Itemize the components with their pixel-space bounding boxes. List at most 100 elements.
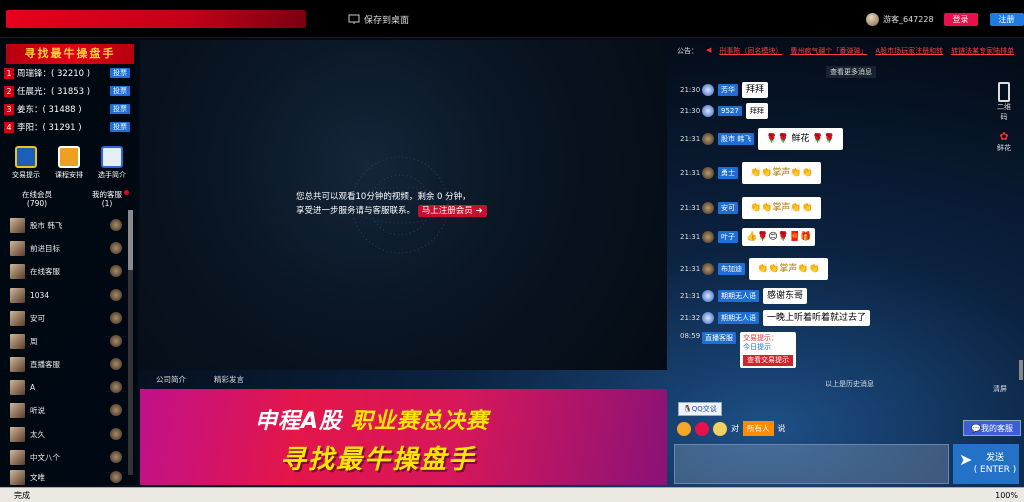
register-member-button[interactable]: 马上注册会员 ➔ bbox=[417, 205, 487, 217]
my-service-button[interactable]: 💬我的客服 bbox=[963, 420, 1021, 436]
rank-number: 2 bbox=[4, 85, 14, 97]
phone-icon[interactable] bbox=[998, 82, 1010, 102]
register-button[interactable]: 注册 bbox=[989, 13, 1024, 26]
view-trade-tip-button[interactable]: 查看交易提示 bbox=[743, 355, 793, 366]
announcement-label: 公告： bbox=[677, 47, 698, 55]
message-sender[interactable]: 股市 韩飞 bbox=[718, 133, 755, 145]
to-label: 对 bbox=[731, 424, 739, 433]
announcement-link[interactable]: 转链法某专家陆排单 bbox=[951, 46, 1014, 56]
message-time: 08:59 bbox=[680, 332, 701, 340]
emoji-icon[interactable] bbox=[677, 421, 691, 436]
badge-icon bbox=[110, 381, 122, 393]
member-name: 太久 bbox=[30, 429, 45, 439]
list-item[interactable]: 前进目标 bbox=[10, 238, 122, 258]
list-item[interactable]: 听说 bbox=[10, 400, 122, 420]
message-time: 21:31 bbox=[680, 169, 701, 177]
player-intro-tool[interactable]: 选手简介 bbox=[94, 146, 130, 180]
message-sender[interactable]: 直播客服 bbox=[702, 332, 736, 344]
more-messages-link[interactable]: 查看更多消息 bbox=[826, 66, 876, 78]
user-area: 游客_647228 登录 注册 bbox=[866, 13, 1024, 26]
list-item[interactable]: 在线客服 bbox=[10, 261, 122, 281]
tab-highlights[interactable]: 精彩发言 bbox=[214, 372, 244, 388]
color-icon[interactable] bbox=[695, 421, 709, 436]
vote-button[interactable]: 投票 bbox=[110, 68, 130, 78]
avatar bbox=[10, 263, 25, 279]
flower-icon[interactable]: ✿ bbox=[994, 130, 1014, 143]
browser-status-bar: 完成 100% bbox=[0, 487, 1024, 502]
chat-message: 21:31 勇士 👏👏掌声👏👏 bbox=[680, 162, 821, 184]
send-label: 发送 bbox=[985, 453, 1004, 463]
tab-online-members[interactable]: 在线会员 (790) bbox=[12, 190, 62, 208]
avatar bbox=[702, 231, 714, 243]
gift-icon[interactable] bbox=[713, 421, 727, 436]
list-item[interactable]: 文唯 bbox=[10, 469, 122, 485]
rank-number: 1 bbox=[4, 67, 14, 79]
list-item[interactable]: 周 bbox=[10, 331, 122, 351]
vote-button[interactable]: 投票 bbox=[110, 86, 130, 96]
rank-name: 姜东：( 31488 ) bbox=[17, 105, 82, 115]
save-desktop-label: 保存到桌面 bbox=[364, 16, 410, 26]
message-sender[interactable]: 叶子 bbox=[718, 231, 738, 243]
list-item[interactable]: A bbox=[10, 377, 122, 397]
login-button[interactable]: 登录 bbox=[943, 13, 978, 26]
chat-message: 21:31 股市 韩飞 🌹🌹 鲜花 🌹🌹 bbox=[680, 128, 843, 150]
avatar bbox=[702, 290, 714, 302]
banner-headline: 申程A股 职业赛总决赛 bbox=[255, 403, 489, 435]
tab-company-intro[interactable]: 公司简介 bbox=[156, 372, 186, 388]
avatar bbox=[10, 310, 25, 326]
save-desktop-button[interactable]: 保存到桌面 bbox=[348, 13, 409, 26]
vote-button[interactable]: 投票 bbox=[110, 104, 130, 114]
zoom-level[interactable]: 100% bbox=[995, 488, 1018, 502]
badge-icon bbox=[110, 265, 122, 277]
badge-icon bbox=[110, 471, 122, 483]
status-text: 完成 bbox=[14, 491, 30, 500]
avatar bbox=[702, 202, 714, 214]
avatar bbox=[702, 133, 714, 145]
message-sender[interactable]: 布加迪 bbox=[718, 263, 745, 275]
message-text: 一晚上听着听着就过去了 bbox=[763, 310, 871, 326]
chat-scrollbar[interactable] bbox=[1019, 360, 1023, 380]
trade-tip-tool[interactable]: 交易提示 bbox=[8, 146, 44, 180]
list-item[interactable]: 太久 bbox=[10, 424, 122, 444]
notice-line: 您总共可以观看10分钟的视频，剩余 0 分钟， bbox=[296, 192, 471, 202]
member-name: 在线客服 bbox=[30, 266, 60, 276]
send-button[interactable]: ➤ 发送 ( ENTER ) bbox=[953, 444, 1019, 484]
badge-icon bbox=[110, 289, 122, 301]
speaker-icon: ◀ bbox=[706, 46, 712, 54]
chat-message: 21:31 期期无人语 感谢东哥 bbox=[680, 288, 808, 304]
announcement-link[interactable]: 曹州疯气疆个「番弹弹」 bbox=[790, 46, 867, 56]
monitor-icon bbox=[348, 14, 360, 24]
chat-input[interactable] bbox=[674, 444, 949, 484]
message-sender[interactable]: 勇士 bbox=[718, 167, 738, 179]
clear-screen-button[interactable]: 清屏 bbox=[993, 384, 1007, 394]
message-sender[interactable]: 期期无人语 bbox=[718, 312, 759, 324]
send-plane-icon: ➤ bbox=[959, 450, 973, 469]
message-sender[interactable]: 9527 bbox=[718, 106, 742, 116]
chat-message: 21:31 安可 👏👏掌声👏👏 bbox=[680, 197, 821, 219]
banner-headline-yellow: 职业赛总决赛 bbox=[350, 409, 489, 434]
message-time: 21:30 bbox=[680, 86, 701, 94]
promo-banner[interactable]: 申程A股 职业赛总决赛 寻找最牛操盘手 bbox=[140, 389, 667, 485]
list-item[interactable]: 1034 bbox=[10, 285, 122, 305]
chart-icon bbox=[101, 146, 123, 168]
qq-chat-button[interactable]: 🐧QQ交谈 bbox=[678, 402, 722, 416]
list-item[interactable]: 直播客服 bbox=[10, 354, 122, 374]
message-sender[interactable]: 芳华 bbox=[718, 84, 738, 96]
tool-label: 交易提示 bbox=[12, 171, 40, 179]
course-tool[interactable]: 课程安排 bbox=[51, 146, 87, 180]
announcement-link[interactable]: A股市场玩家注册和转 bbox=[875, 46, 943, 56]
message-sender[interactable]: 期期无人语 bbox=[718, 290, 759, 302]
message-sender[interactable]: 安可 bbox=[718, 202, 738, 214]
list-item[interactable]: 股市 韩飞 bbox=[10, 215, 122, 235]
list-item[interactable]: 中文八个 bbox=[10, 447, 122, 467]
scroll-thumb[interactable] bbox=[128, 210, 133, 270]
rank-item-4: 4 李阳：( 31291 ) 投票 bbox=[4, 120, 134, 134]
member-list-scrollbar[interactable] bbox=[128, 210, 133, 475]
avatar bbox=[10, 426, 25, 442]
announcement-link[interactable]: 刑事陈（同名模块） bbox=[719, 46, 782, 56]
my-service-label: 我的客服 bbox=[980, 424, 1013, 433]
list-item[interactable]: 安可 bbox=[10, 308, 122, 328]
recipient-select[interactable]: 所有人 bbox=[743, 421, 774, 436]
rank-number: 4 bbox=[4, 121, 14, 133]
vote-button[interactable]: 投票 bbox=[110, 122, 130, 132]
